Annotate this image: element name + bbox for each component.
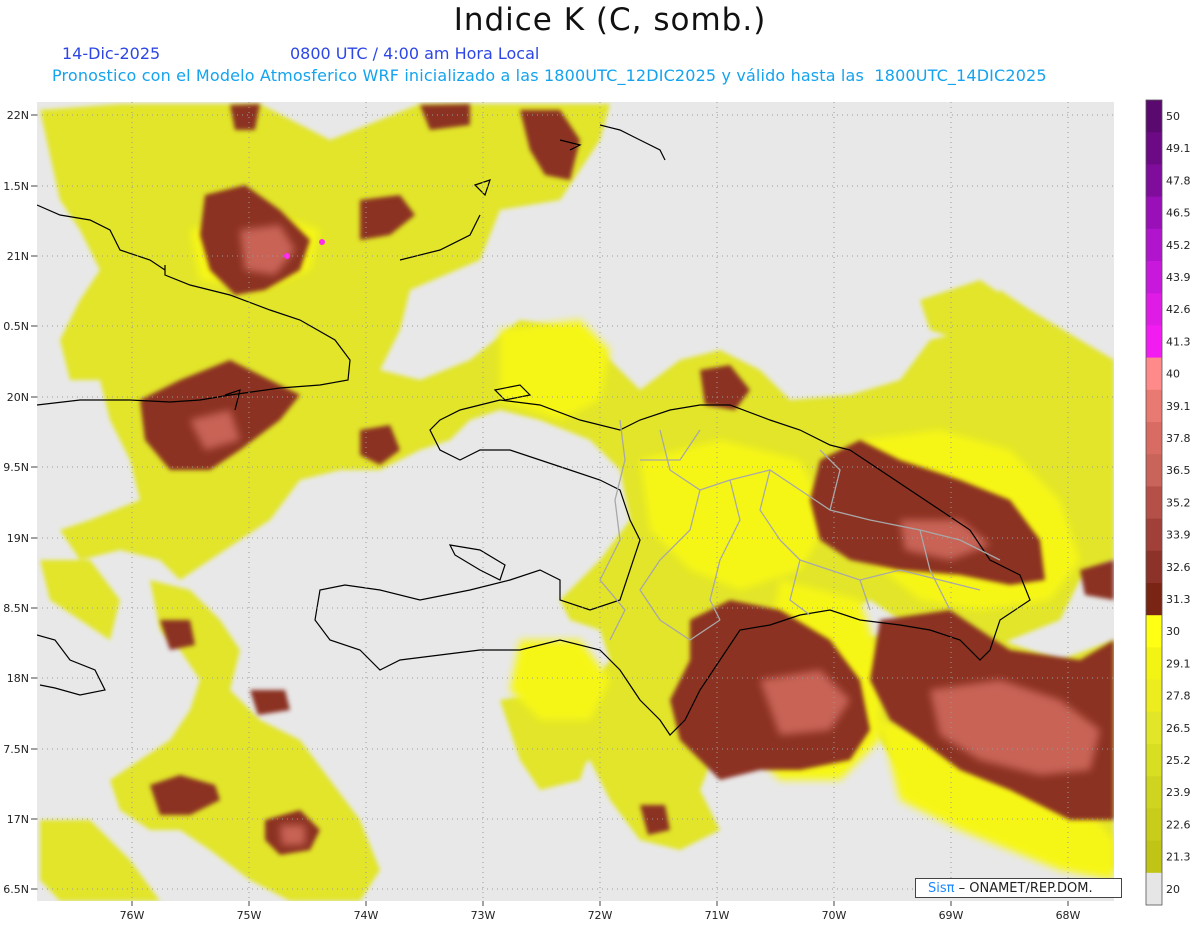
colorbar-label: 47.8: [1166, 174, 1191, 187]
colorbar-swatch: [1146, 132, 1162, 165]
colorbar-label: 22.6: [1166, 818, 1191, 831]
lat-label: 1.5N: [3, 180, 29, 193]
colorbar-swatch: [1146, 679, 1162, 713]
colorbar-swatch: [1146, 486, 1162, 520]
colorbar-label: 35.2: [1166, 496, 1191, 509]
colorbar-swatch: [1146, 776, 1162, 809]
colorbar-label: 49.1: [1166, 142, 1191, 155]
colorbar-swatch: [1146, 196, 1162, 230]
lon-label: 70W: [822, 909, 847, 922]
longitude-labels: 76W 75W 74W 73W 72W 71W 70W 69W 68W: [120, 909, 1081, 922]
lon-label: 74W: [354, 909, 379, 922]
lat-label: 22N: [7, 109, 29, 122]
colorbar-label: 41.3: [1166, 335, 1191, 348]
colorbar-swatch: [1146, 325, 1162, 359]
colorbar: 50 49.1 47.8 46.5 45.2 43.9 42.6 41.3 40 39.1 37.8…: [1145, 99, 1191, 906]
lon-label: 71W: [705, 909, 730, 922]
colorbar-label: 29.1: [1166, 657, 1191, 670]
colorbar-swatch: [1146, 808, 1162, 842]
colorbar-swatch: [1146, 261, 1162, 294]
colorbar-swatch: [1146, 357, 1162, 391]
colorbar-swatch: [1146, 647, 1162, 681]
lat-label: 7.5N: [3, 743, 29, 756]
colorbar-swatch: [1146, 711, 1162, 745]
colorbar-label: 50: [1166, 110, 1180, 123]
colorbar-swatch: [1146, 518, 1162, 552]
lat-label: 18N: [7, 672, 29, 685]
lat-label: 9.5N: [3, 461, 29, 474]
colorbar-label: 26.5: [1166, 722, 1191, 735]
colorbar-label: 37.8: [1166, 432, 1191, 445]
colorbar-label: 46.5: [1166, 207, 1191, 220]
colorbar-label: 33.9: [1166, 529, 1191, 542]
lon-label: 69W: [939, 909, 964, 922]
credit-text: – ONAMET/REP.DOM.: [954, 881, 1093, 896]
colorbar-swatch: [1146, 293, 1162, 326]
credit-box: Sisπ – ONAMET/REP.DOM.: [915, 878, 1122, 898]
lon-label: 68W: [1056, 909, 1081, 922]
colorbar-label: 21.3: [1166, 851, 1191, 864]
colorbar-label: 43.9: [1166, 271, 1191, 284]
colorbar-label: 39.1: [1166, 400, 1191, 413]
latitude-labels: 22N 1.5N 21N 0.5N 20N 9.5N 19N 8.5N 18N …: [3, 109, 29, 896]
lon-label: 75W: [237, 909, 262, 922]
colorbar-swatch: [1146, 583, 1162, 616]
colorbar-swatch: [1146, 422, 1162, 455]
colorbar-swatch: [1146, 100, 1162, 133]
colorbar-label: 42.6: [1166, 303, 1191, 316]
colorbar-label: 27.8: [1166, 690, 1191, 703]
colorbar-swatch: [1146, 454, 1162, 487]
lat-label: 17N: [7, 813, 29, 826]
lat-label: 20N: [7, 391, 29, 404]
lat-label: 6.5N: [3, 883, 29, 896]
colorbar-label: 23.9: [1166, 786, 1191, 799]
colorbar-label: 45.2: [1166, 239, 1191, 252]
lon-label: 72W: [588, 909, 613, 922]
colorbar-swatch: [1146, 872, 1162, 906]
lat-label: 0.5N: [3, 320, 29, 333]
k-index-peak: [319, 239, 325, 245]
colorbar-label: 25.2: [1166, 754, 1191, 767]
colorbar-label: 31.3: [1166, 593, 1191, 606]
lat-label: 21N: [7, 250, 29, 263]
lat-label: 8.5N: [3, 602, 29, 615]
lon-label: 73W: [471, 909, 496, 922]
sispi-logo: Sisπ: [928, 881, 955, 896]
colorbar-label: 30: [1166, 625, 1180, 638]
colorbar-swatch: [1146, 840, 1162, 874]
map-figure: 22N 1.5N 21N 0.5N 20N 9.5N 19N 8.5N 18N …: [3, 99, 1191, 922]
colorbar-swatch: [1146, 615, 1162, 648]
colorbar-label: 32.6: [1166, 561, 1191, 574]
colorbar-label: 40: [1166, 368, 1180, 381]
colorbar-swatch: [1146, 228, 1162, 262]
colorbar-swatch: [1146, 550, 1162, 584]
colorbar-swatch: [1146, 744, 1162, 777]
lon-label: 76W: [120, 909, 145, 922]
colorbar-swatch: [1146, 164, 1162, 198]
colorbar-label: 36.5: [1166, 464, 1191, 477]
colorbar-label: 20: [1166, 883, 1180, 896]
lat-label: 19N: [7, 532, 29, 545]
colorbar-swatch: [1146, 389, 1162, 423]
